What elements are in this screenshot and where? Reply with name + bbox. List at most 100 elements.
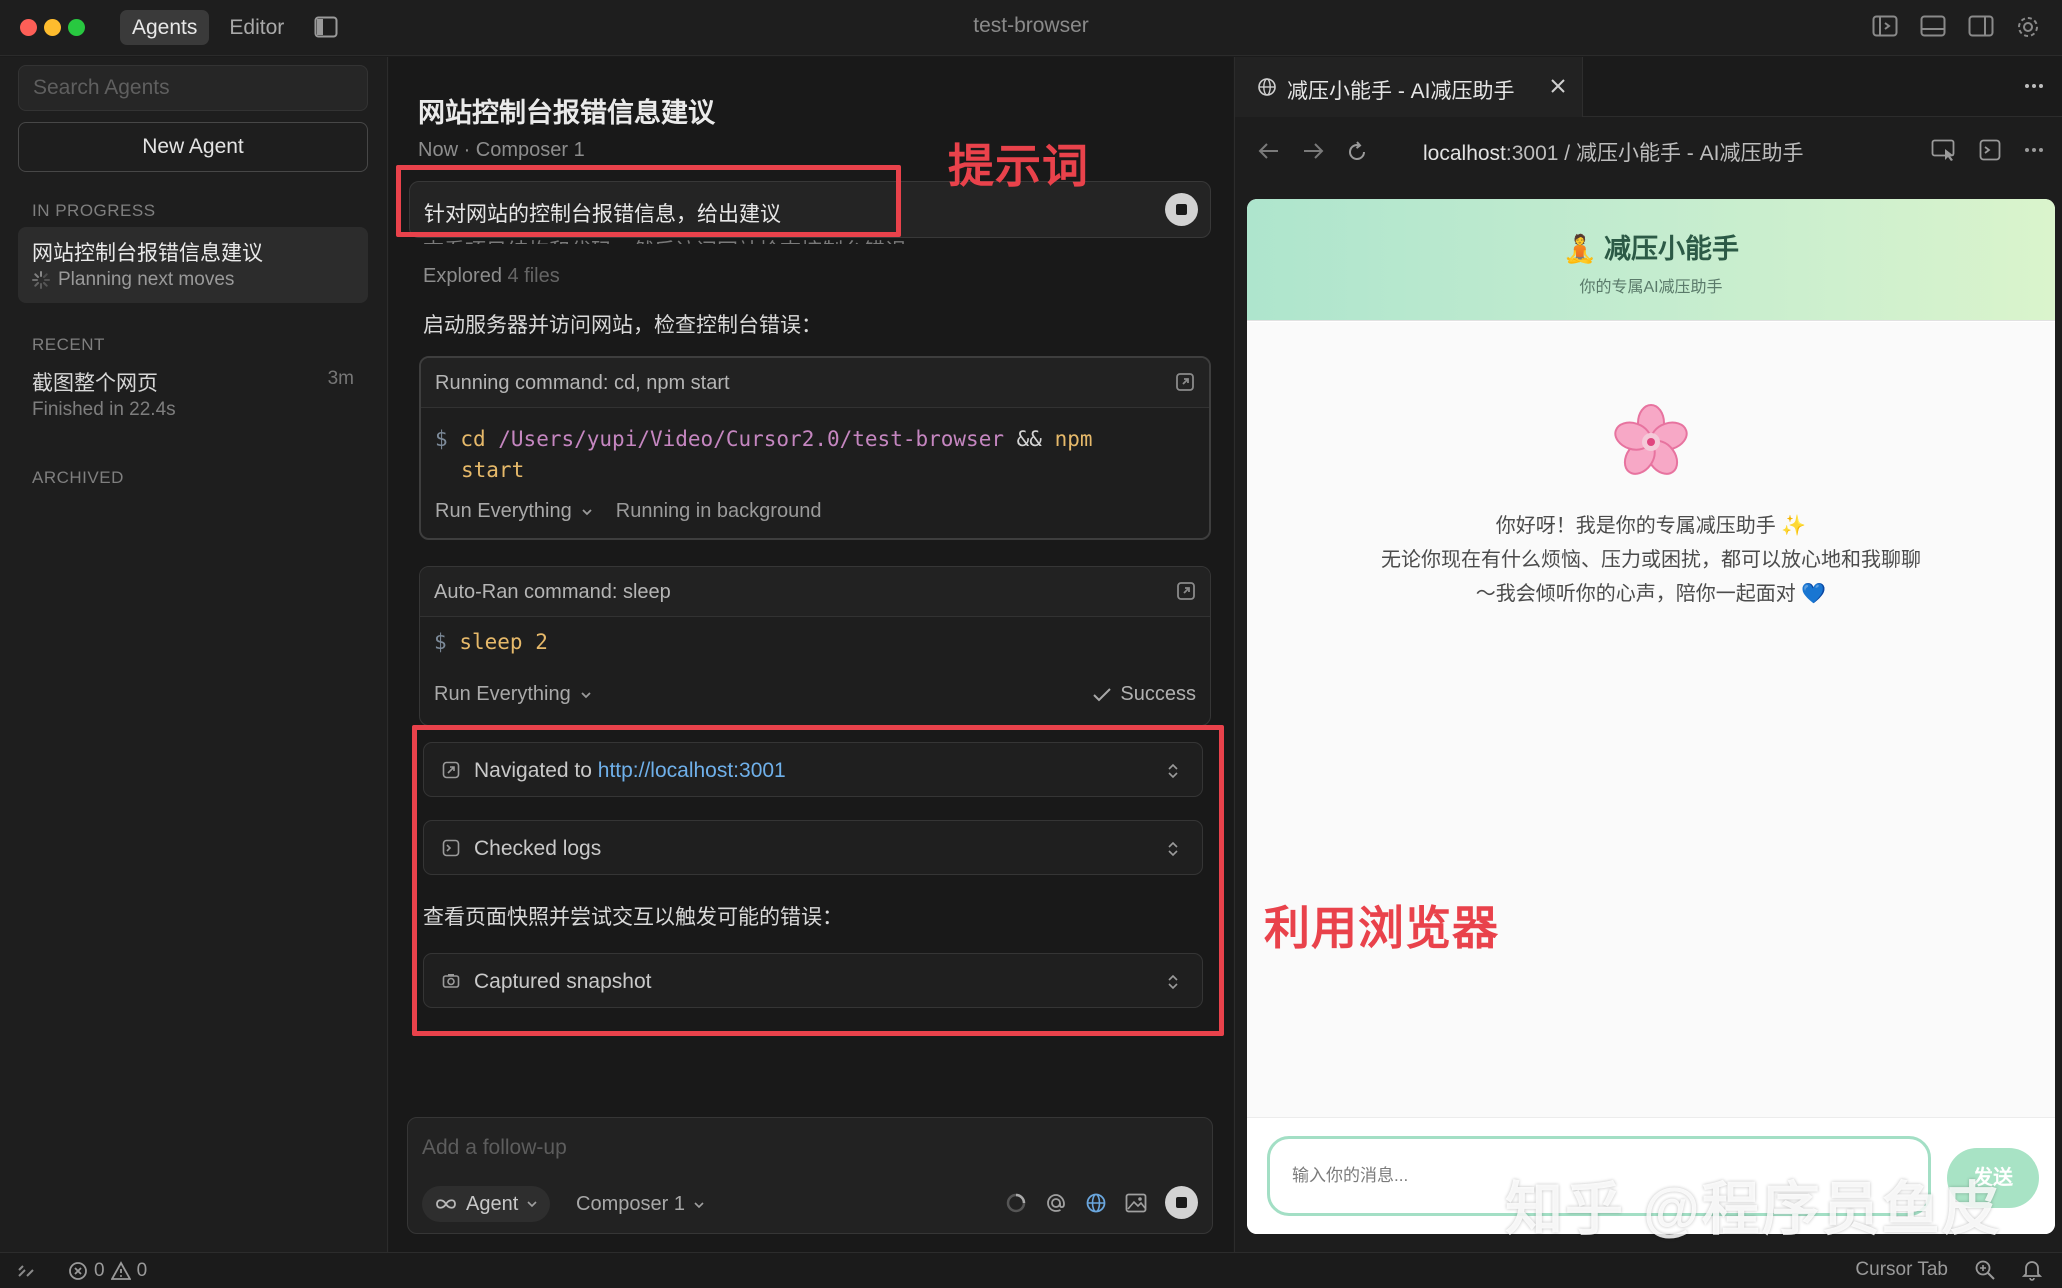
shell-path: /Users/yupi/Video/Cursor2.0/test-browser bbox=[498, 427, 1004, 451]
send-button[interactable]: 发送 bbox=[1947, 1148, 2039, 1208]
warning-icon bbox=[110, 1261, 131, 1280]
explored-files-summary[interactable]: Explored 4 files bbox=[423, 265, 560, 288]
agents-mode-tab[interactable]: Agents bbox=[120, 10, 210, 45]
image-icon[interactable] bbox=[1125, 1193, 1147, 1213]
minimize-window-button[interactable] bbox=[44, 19, 61, 36]
run-mode-select[interactable]: Run Everything bbox=[434, 683, 593, 706]
message-input[interactable] bbox=[1267, 1136, 1931, 1216]
tool-navigated[interactable]: Navigated to http://localhost:3001 bbox=[423, 742, 1203, 797]
browser-tab-title: 减压小能手 - AI减压助手 bbox=[1287, 80, 1515, 103]
command-status: Running in background bbox=[615, 500, 822, 522]
shell-command: cd bbox=[460, 427, 486, 451]
prompt-annotation-label: 提示词 bbox=[948, 140, 1089, 192]
browser-tab[interactable]: 减压小能手 - AI减压助手 bbox=[1235, 57, 1583, 117]
settings-gear-icon[interactable] bbox=[2016, 15, 2040, 39]
toggle-right-panel-icon[interactable] bbox=[1968, 15, 1994, 39]
assistant-message-1: 启动服务器并访问网站，检查控制台错误： bbox=[423, 314, 822, 337]
toggle-bottom-panel-icon[interactable] bbox=[1920, 15, 1946, 39]
stop-button[interactable] bbox=[1165, 193, 1198, 226]
select-element-icon[interactable] bbox=[1931, 139, 1957, 161]
shell-prompt: $ bbox=[435, 427, 448, 451]
agent-mode-select[interactable]: Agent bbox=[422, 1186, 551, 1222]
agent-mode-label: Agent bbox=[466, 1192, 519, 1215]
close-tab-icon[interactable] bbox=[1549, 77, 1567, 95]
devtools-console-icon[interactable] bbox=[1979, 139, 2001, 161]
browser-tab-bar: 减压小能手 - AI减压助手 bbox=[1235, 57, 2062, 117]
agent-item-time: 3m bbox=[327, 368, 354, 389]
editor-mode-tab[interactable]: Editor bbox=[217, 10, 296, 45]
more-options-icon[interactable] bbox=[2023, 139, 2045, 161]
address-bar[interactable]: localhost:3001 / 减压小能手 - AI减压助手 bbox=[1423, 137, 1803, 167]
message-input-area: 发送 bbox=[1247, 1117, 2055, 1234]
status-bar: 0 0 Cursor Tab bbox=[0, 1252, 2062, 1288]
expand-collapse-icon[interactable] bbox=[1166, 972, 1180, 992]
stop-generation-button[interactable] bbox=[1165, 1186, 1198, 1219]
checkmark-icon bbox=[1093, 687, 1112, 701]
spinner-icon bbox=[32, 271, 50, 289]
command-status: Success bbox=[1120, 683, 1196, 705]
globe-icon bbox=[1257, 77, 1277, 97]
forward-arrow-icon[interactable] bbox=[1301, 140, 1325, 162]
browser-nav-bar: localhost:3001 / 减压小能手 - AI减压助手 bbox=[1235, 118, 2062, 184]
title-bar: Agents Editor test-browser bbox=[0, 0, 2062, 56]
chevron-down-icon bbox=[581, 691, 591, 698]
chevron-down-icon bbox=[582, 508, 592, 515]
user-prompt: 针对网站的控制台报错信息，给出建议 bbox=[409, 181, 1211, 238]
follow-up-composer: Agent Composer 1 bbox=[407, 1117, 1213, 1234]
navigate-icon bbox=[442, 761, 460, 779]
run-mode-label: Run Everything bbox=[435, 500, 572, 522]
tool-captured-snapshot[interactable]: Captured snapshot bbox=[423, 953, 1203, 1008]
follow-up-input[interactable] bbox=[422, 1130, 1182, 1166]
expand-collapse-icon[interactable] bbox=[1166, 839, 1180, 859]
agent-item-recent[interactable]: 截图整个网页 3m Finished in 22.4s bbox=[18, 363, 368, 427]
run-mode-select[interactable]: Run Everything bbox=[435, 500, 594, 523]
toggle-agent-panel-icon[interactable] bbox=[1872, 15, 1898, 39]
browser-viewport: 🧘 减压小能手 你的专属AI减压助手 你好呀！我是你的专属减压助手 ✨ 无论你现… bbox=[1247, 199, 2055, 1234]
sidebar-toggle-icon[interactable] bbox=[314, 16, 338, 38]
greeting-line-3: ～我会倾听你的心声，陪你一起面对 💙 bbox=[1475, 583, 1827, 605]
problems-indicator[interactable]: 0 0 bbox=[68, 1260, 147, 1282]
tool-label: Captured snapshot bbox=[474, 970, 652, 993]
browser-annotation-label: 利用浏览器 bbox=[1264, 902, 1499, 954]
mode-switcher: Agents Editor bbox=[120, 10, 296, 45]
more-options-icon[interactable] bbox=[2023, 75, 2045, 97]
command-header-text: Running command: cd, npm start bbox=[435, 372, 730, 394]
expand-collapse-icon[interactable] bbox=[1166, 761, 1180, 781]
shell-command: sleep bbox=[459, 630, 523, 654]
maximize-window-button[interactable] bbox=[68, 19, 85, 36]
reload-icon[interactable] bbox=[1345, 140, 1369, 164]
close-window-button[interactable] bbox=[20, 19, 37, 36]
url-host: localhost bbox=[1423, 142, 1506, 165]
chevron-down-icon bbox=[527, 1201, 537, 1208]
model-select[interactable]: Composer 1 bbox=[576, 1193, 705, 1216]
command-card-npm-start: Running command: cd, npm start $ cd /Use… bbox=[419, 356, 1211, 540]
browser-panel: 减压小能手 - AI减压助手 localhost:3001 / 减压小能手 - … bbox=[1234, 57, 2062, 1252]
globe-icon[interactable] bbox=[1085, 1192, 1107, 1214]
agent-item-title: 截图整个网页 bbox=[32, 372, 158, 395]
agent-item-status: Planning next moves bbox=[32, 269, 234, 291]
in-progress-header: IN PROGRESS bbox=[32, 201, 156, 220]
cursor-tab-status[interactable]: Cursor Tab bbox=[1855, 1259, 1948, 1281]
command-card-header: Running command: cd, npm start bbox=[421, 358, 1209, 408]
tool-label: Checked logs bbox=[474, 837, 602, 860]
terminal-icon bbox=[442, 839, 460, 857]
notifications-bell-icon[interactable] bbox=[2022, 1259, 2042, 1281]
search-agents-input[interactable] bbox=[18, 65, 368, 111]
window-title: test-browser bbox=[973, 14, 1089, 37]
command-card-header: Auto-Ran command: sleep bbox=[420, 567, 1210, 617]
app-header: 🧘 减压小能手 你的专属AI减压助手 bbox=[1247, 199, 2055, 321]
shell-operator: && bbox=[1016, 427, 1042, 451]
mention-icon[interactable] bbox=[1045, 1192, 1067, 1214]
archived-header: ARCHIVED bbox=[32, 468, 124, 487]
agent-item-in-progress[interactable]: 网站控制台报错信息建议 Planning next moves bbox=[18, 227, 368, 303]
back-arrow-icon[interactable] bbox=[1257, 140, 1281, 162]
navigated-url-link[interactable]: http://localhost:3001 bbox=[598, 759, 786, 782]
new-agent-button[interactable]: New Agent bbox=[18, 122, 368, 172]
zoom-icon[interactable] bbox=[1974, 1259, 1996, 1281]
remote-connection-icon[interactable] bbox=[16, 1261, 36, 1281]
open-external-icon[interactable] bbox=[1175, 372, 1195, 392]
tool-checked-logs[interactable]: Checked logs bbox=[423, 820, 1203, 875]
open-external-icon[interactable] bbox=[1176, 581, 1196, 601]
error-count: 0 bbox=[94, 1260, 105, 1281]
shell-prompt: $ bbox=[434, 630, 447, 654]
